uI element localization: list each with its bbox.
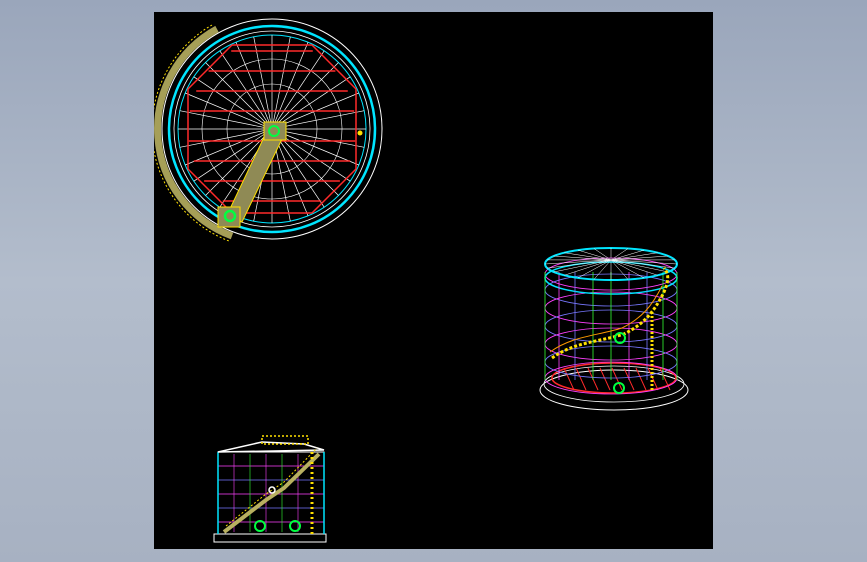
elev-nozzle-1-icon bbox=[254, 520, 266, 532]
plan-view bbox=[154, 18, 383, 242]
iso-spiral-stair bbox=[551, 267, 670, 360]
cad-drawing-canvas[interactable] bbox=[154, 12, 713, 549]
elev-foundation bbox=[213, 533, 327, 543]
iso-shell-verticals bbox=[544, 272, 678, 380]
elevation-view bbox=[213, 435, 327, 543]
elev-manway-icon bbox=[268, 486, 276, 494]
iso-roof-rafters bbox=[544, 248, 678, 280]
iso-bottom-hatch bbox=[563, 367, 671, 391]
isometric-view bbox=[539, 247, 689, 411]
iso-hatch-line bbox=[599, 367, 611, 391]
iso-hatch-line bbox=[647, 367, 659, 391]
plan-vent-icon bbox=[357, 130, 363, 136]
plan-rafter bbox=[271, 62, 339, 130]
elev-nozzle-2-icon bbox=[289, 520, 301, 532]
plan-center-platform bbox=[263, 121, 287, 141]
plan-rafter bbox=[205, 62, 273, 130]
